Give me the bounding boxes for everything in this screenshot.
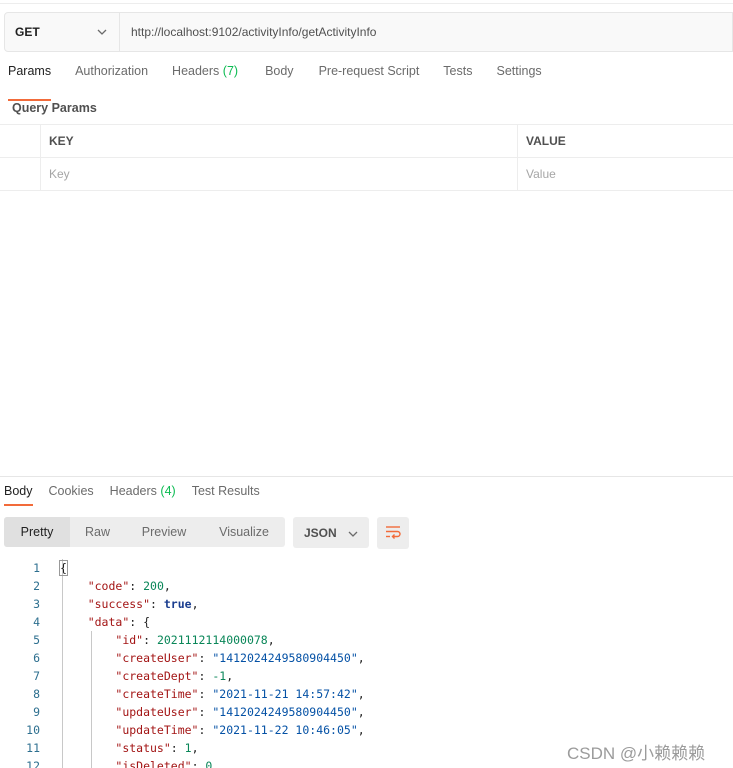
- value-input[interactable]: Value: [518, 158, 733, 190]
- key-column-header: KEY: [41, 125, 518, 157]
- request-tabs: Params Authorization Headers (7) Body Pr…: [0, 64, 542, 101]
- code-text: "createDept": -1,: [115, 669, 234, 683]
- watermark: CSDN @小赖赖赖: [567, 744, 706, 763]
- code-text: "data": {: [87, 615, 151, 629]
- code-text: "updateUser": "1412024249580904450",: [115, 705, 365, 719]
- format-select[interactable]: JSON: [293, 517, 369, 548]
- query-params-title: Query Params: [12, 101, 97, 115]
- response-tab-headers[interactable]: Headers (4): [110, 484, 176, 498]
- tab-label: Body: [4, 484, 33, 498]
- code-line: 3 "success": true,: [0, 595, 733, 613]
- method-select[interactable]: GET: [5, 13, 120, 51]
- wrap-lines-button[interactable]: [377, 517, 409, 549]
- tab-tests[interactable]: Tests: [443, 64, 472, 92]
- tab-settings[interactable]: Settings: [496, 64, 541, 92]
- code-line: 2 "code": 200,: [0, 577, 733, 595]
- code-line: 9 "updateUser": "1412024249580904450",: [0, 703, 733, 721]
- line-number: 10: [26, 723, 40, 737]
- checkbox-column-header: [0, 125, 41, 157]
- code-line: 4 "data": {: [0, 613, 733, 631]
- code-line: 1{: [0, 559, 733, 577]
- view-visualize-button[interactable]: Visualize: [203, 517, 285, 547]
- view-preview-button[interactable]: Preview: [125, 517, 203, 547]
- line-number: 8: [33, 687, 40, 701]
- code-lines: 1{2 "code": 200, 3 "success": true, 4 "dat…: [0, 559, 733, 768]
- wrap-lines-icon: [385, 525, 401, 542]
- tab-headers[interactable]: Headers (7): [172, 64, 238, 92]
- chevron-down-icon: [348, 526, 358, 540]
- chevron-down-icon: [95, 25, 109, 39]
- response-tab-test-results[interactable]: Test Results: [192, 484, 260, 498]
- code-text: "isDeleted": 0: [115, 759, 213, 768]
- tab-label: Headers: [109, 484, 157, 498]
- line-number: 9: [33, 705, 40, 719]
- view-raw-button[interactable]: Raw: [70, 517, 125, 547]
- response-body-editor[interactable]: 1{2 "code": 200, 3 "success": true, 4 "dat…: [0, 559, 733, 768]
- code-text: "status": 1,: [115, 741, 199, 755]
- line-number: 3: [33, 597, 40, 611]
- tab-params[interactable]: Params: [8, 64, 52, 101]
- line-number: 1: [33, 561, 40, 575]
- code-line: 6 "createUser": "1412024249580904450",: [0, 649, 733, 667]
- line-number: 4: [33, 615, 40, 629]
- code-text: "createUser": "1412024249580904450",: [115, 651, 365, 665]
- table-row: Key Value: [0, 158, 733, 191]
- response-tabs: Body Cookies Headers (4) Test Results: [4, 484, 260, 506]
- code-text: "id": 2021112114000078,: [115, 633, 275, 647]
- line-number: 12: [26, 759, 40, 768]
- code-line: 7 "createDept": -1,: [0, 667, 733, 685]
- row-checkbox-cell: [0, 158, 41, 190]
- tab-label: Params: [8, 64, 52, 78]
- code-text: "createTime": "2021-11-21 14:57:42",: [115, 687, 365, 701]
- code-line: 10 "updateTime": "2021-11-22 10:46:05",: [0, 721, 733, 739]
- code-text: "code": 200,: [87, 579, 171, 593]
- tab-count: (7): [222, 64, 239, 78]
- tab-pre-request-script[interactable]: Pre-request Script: [319, 64, 420, 92]
- tab-label: Tests: [443, 64, 473, 78]
- code-line: 8 "createTime": "2021-11-21 14:57:42",: [0, 685, 733, 703]
- url-input[interactable]: http://localhost:9102/activityInfo/getAc…: [120, 13, 732, 51]
- tab-body[interactable]: Body: [265, 64, 294, 92]
- code-line: 5 "id": 2021112114000078,: [0, 631, 733, 649]
- method-label: GET: [15, 25, 40, 39]
- tab-label: Settings: [496, 64, 542, 78]
- tab-count: (4): [160, 484, 176, 498]
- tab-label: Pre-request Script: [318, 64, 420, 78]
- query-params-table: KEY VALUE Key Value: [0, 124, 733, 191]
- url-text: http://localhost:9102/activityInfo/getAc…: [131, 25, 377, 39]
- response-pane-divider[interactable]: [0, 476, 733, 477]
- code-text: {: [59, 560, 68, 576]
- tab-label: Test Results: [191, 484, 260, 498]
- value-column-header: VALUE: [526, 134, 566, 148]
- line-number: 6: [33, 651, 40, 665]
- key-input[interactable]: Key: [41, 158, 518, 190]
- tab-label: Body: [265, 64, 294, 78]
- view-pretty-button[interactable]: Pretty: [4, 517, 70, 547]
- code-text: "success": true,: [87, 597, 199, 611]
- table-header-row: KEY VALUE: [0, 125, 733, 158]
- line-number: 5: [33, 633, 40, 647]
- tab-label: Headers: [172, 64, 220, 78]
- response-tab-cookies[interactable]: Cookies: [49, 484, 94, 498]
- view-mode-group: Pretty Raw Preview Visualize: [4, 517, 285, 547]
- top-divider: [0, 3, 733, 4]
- line-number: 2: [33, 579, 40, 593]
- tab-authorization[interactable]: Authorization: [75, 64, 148, 92]
- tab-label: Authorization: [75, 64, 149, 78]
- line-number: 7: [33, 669, 40, 683]
- response-tab-body[interactable]: Body: [4, 484, 33, 506]
- format-label: JSON: [304, 525, 337, 540]
- code-text: "updateTime": "2021-11-22 10:46:05",: [115, 723, 365, 737]
- request-bar: GET http://localhost:9102/activityInfo/g…: [4, 12, 733, 52]
- line-number: 11: [26, 741, 40, 755]
- tab-label: Cookies: [48, 484, 94, 498]
